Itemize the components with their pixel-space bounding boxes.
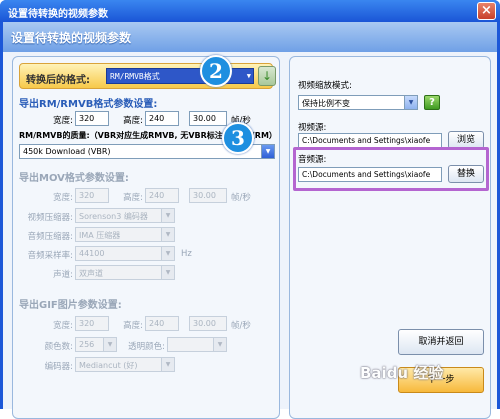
gif-colors-label: 颜色数: bbox=[44, 342, 73, 352]
rm-section-title: 导出RM/RMVB格式参数设置: bbox=[19, 99, 158, 110]
rm-height-input[interactable]: 240 bbox=[145, 111, 179, 126]
video-source-label: 视频源: bbox=[298, 123, 327, 133]
gif-transparent-color-select[interactable]: ▼ bbox=[167, 337, 227, 352]
mov-audio-codec-select[interactable]: IMA 压缩器 ▼ bbox=[75, 227, 175, 242]
mov-width-label: 宽度: bbox=[53, 193, 73, 203]
rm-quality-value: 450k Download (VBR) bbox=[23, 147, 111, 156]
gif-colors-value: 256 bbox=[79, 340, 95, 349]
gif-encoder-label: 编码器: bbox=[44, 362, 73, 372]
left-panel: 转换后的格式: RM/RMVB格式 ▼ ↓ 导出RM/RMVB格式参数设置: 宽… bbox=[12, 56, 280, 419]
mov-audio-codec-value: IMA 压缩器 bbox=[79, 231, 121, 240]
mov-height-label: 高度: bbox=[123, 193, 143, 203]
gif-height-input[interactable]: 240 bbox=[145, 316, 179, 331]
gif-fps-unit: 帧/秒 bbox=[231, 321, 251, 331]
rm-height-label: 高度: bbox=[123, 116, 143, 126]
gif-height-label: 高度: bbox=[123, 321, 143, 331]
title-bar: 设置待转换的视频参数 × bbox=[0, 0, 500, 22]
chevron-down-icon: ▼ bbox=[161, 358, 174, 371]
gif-width-input[interactable]: 320 bbox=[75, 316, 109, 331]
header-title: 设置待转换的视频参数 bbox=[3, 22, 497, 52]
audio-source-input[interactable]: C:\Documents and Settings\xiaofe bbox=[298, 167, 442, 182]
chevron-down-icon: ▼ bbox=[404, 96, 417, 109]
mov-channel-select[interactable]: 双声道 ▼ bbox=[75, 265, 175, 280]
mov-video-codec-value: Sorenson3 编码器 bbox=[79, 212, 148, 221]
mov-video-codec-select[interactable]: Sorenson3 编码器 ▼ bbox=[75, 208, 175, 223]
step-badge-3: 3 bbox=[222, 122, 254, 154]
chevron-down-icon: ▼ bbox=[161, 266, 174, 279]
rm-width-label: 宽度: bbox=[53, 116, 73, 126]
scale-mode-select[interactable]: 保持比例不变 ▼ bbox=[298, 95, 418, 110]
replace-button[interactable]: 替换 bbox=[448, 165, 484, 183]
format-label: 转换后的格式: bbox=[26, 75, 90, 86]
mov-width-input[interactable]: 320 bbox=[75, 188, 109, 203]
mov-sample-rate-label: 音频采样率: bbox=[27, 251, 73, 261]
step-badge-2: 2 bbox=[200, 55, 232, 87]
dialog-window: 设置待转换的视频参数 × 设置待转换的视频参数 转换后的格式: RM/RMVB格… bbox=[0, 0, 500, 419]
chevron-down-icon: ▼ bbox=[261, 145, 274, 158]
chevron-down-icon: ▼ bbox=[213, 338, 226, 351]
gif-width-label: 宽度: bbox=[53, 321, 73, 331]
mov-audio-codec-label: 音频压缩器: bbox=[27, 232, 73, 242]
dialog-client: 设置待转换的视频参数 转换后的格式: RM/RMVB格式 ▼ ↓ 导出RM/RM… bbox=[3, 22, 497, 419]
mov-fps-input[interactable]: 30.00 bbox=[189, 188, 227, 203]
gif-fps-input[interactable]: 30.00 bbox=[189, 316, 227, 331]
format-value: RM/RMVB格式 bbox=[110, 72, 160, 81]
format-bar: 转换后的格式: RM/RMVB格式 ▼ ↓ bbox=[19, 63, 276, 89]
download-arrow-icon[interactable]: ↓ bbox=[258, 66, 276, 86]
gif-transparent-label: 透明颜色: bbox=[128, 342, 165, 352]
help-icon[interactable]: ? bbox=[424, 95, 440, 110]
chevron-down-icon: ▼ bbox=[161, 247, 174, 260]
mov-fps-unit: 帧/秒 bbox=[231, 193, 251, 203]
chevron-down-icon: ▼ bbox=[246, 72, 251, 80]
close-button[interactable]: × bbox=[477, 2, 496, 20]
video-source-input[interactable]: C:\Documents and Settings\xiaofe bbox=[298, 133, 442, 148]
gif-colors-select[interactable]: 256 ▼ bbox=[75, 337, 117, 352]
mov-section-title: 导出MOV格式参数设置: bbox=[19, 173, 129, 184]
mov-sample-rate-value: 44100 bbox=[79, 249, 105, 258]
mov-channel-label: 声道: bbox=[53, 270, 73, 280]
audio-source-label: 音频源: bbox=[298, 155, 327, 165]
rm-width-input[interactable]: 320 bbox=[75, 111, 109, 126]
mov-sample-rate-unit: Hz bbox=[181, 249, 192, 259]
gif-section-title: 导出GIF图片参数设置: bbox=[19, 300, 122, 311]
gif-encoder-select[interactable]: Mediancut (好) ▼ bbox=[75, 357, 175, 372]
rm-fps-input[interactable]: 30.00 bbox=[189, 111, 227, 126]
window-title: 设置待转换的视频参数 bbox=[8, 9, 108, 20]
mov-video-codec-label: 视频压缩器: bbox=[27, 213, 73, 223]
scale-mode-label: 视频缩放模式: bbox=[298, 81, 352, 91]
mov-channel-value: 双声道 bbox=[79, 269, 103, 278]
cancel-return-button[interactable]: 取消并返回 bbox=[398, 329, 484, 355]
chevron-down-icon: ▼ bbox=[161, 228, 174, 241]
mov-height-input[interactable]: 240 bbox=[145, 188, 179, 203]
chevron-down-icon: ▼ bbox=[161, 209, 174, 222]
gif-encoder-value: Mediancut (好) bbox=[79, 361, 138, 370]
chevron-down-icon: ▼ bbox=[103, 338, 116, 351]
watermark: Baidu 经验 bbox=[360, 364, 444, 382]
mov-sample-rate-select[interactable]: 44100 ▼ bbox=[75, 246, 175, 261]
scale-mode-value: 保持比例不变 bbox=[302, 99, 350, 108]
